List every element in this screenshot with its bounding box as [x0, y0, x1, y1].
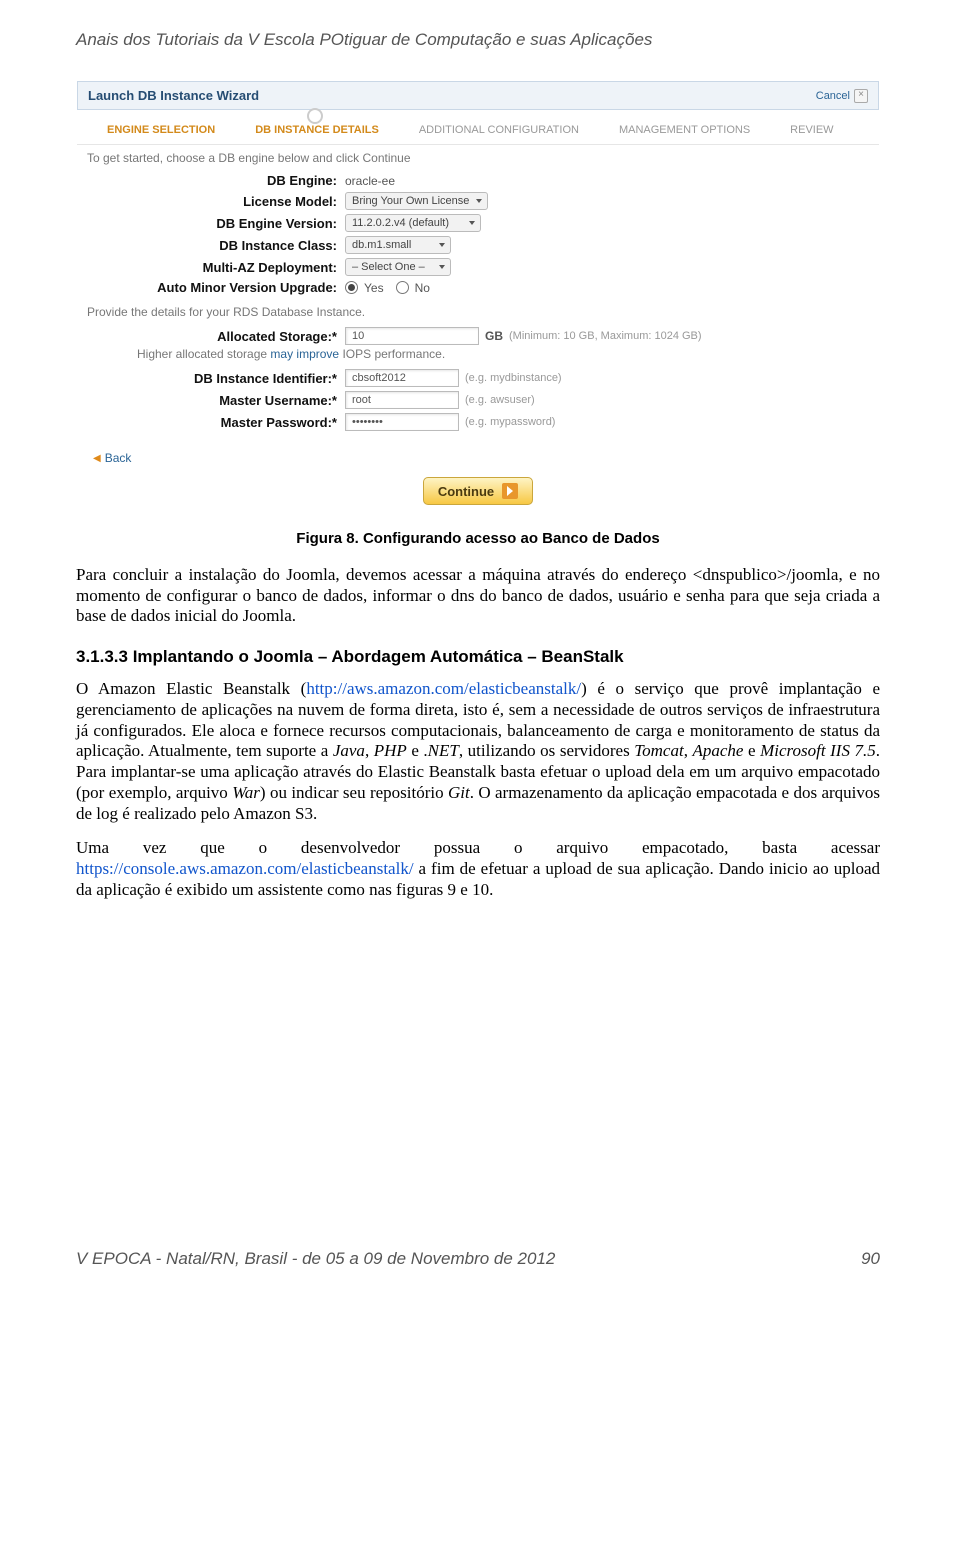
step-db-instance-details: DB INSTANCE DETAILS [255, 124, 379, 136]
select-license-model[interactable]: Bring Your Own License [345, 192, 488, 210]
label-master-password: Master Password:* [87, 415, 337, 430]
gb-unit: GB [485, 329, 503, 343]
wizard-cancel[interactable]: Cancel × [816, 89, 868, 103]
iops-hint: Higher allocated storage may improve IOP… [77, 347, 879, 367]
select-instance-class[interactable]: db.m1.small [345, 236, 451, 254]
wizard-steps: ENGINE SELECTION DB INSTANCE DETAILS ADD… [77, 110, 879, 144]
step-review: REVIEW [790, 124, 833, 136]
label-engine-version: DB Engine Version: [87, 216, 337, 231]
back-link[interactable]: ◀ Back [77, 445, 147, 471]
label-db-engine: DB Engine: [87, 173, 337, 188]
storage-hint: (Minimum: 10 GB, Maximum: 1024 GB) [509, 330, 702, 342]
label-auto-minor: Auto Minor Version Upgrade: [87, 280, 337, 295]
db-wizard-screenshot: Launch DB Instance Wizard Cancel × ENGIN… [76, 80, 880, 524]
back-label: Back [105, 451, 132, 465]
figure-caption: Figura 8. Configurando acesso ao Banco d… [76, 530, 880, 547]
step-additional-config: ADDITIONAL CONFIGURATION [419, 124, 579, 136]
step-indicator-icon [307, 108, 323, 124]
page-footer: V EPOCA - Natal/RN, Brasil - de 05 a 09 … [0, 1235, 960, 1287]
label-master-username: Master Username:* [87, 393, 337, 408]
arrow-right-icon [502, 483, 518, 499]
value-db-engine: oracle-ee [345, 174, 395, 188]
select-multiaz[interactable]: – Select One – [345, 258, 451, 276]
link-console-beanstalk[interactable]: https://console.aws.amazon.com/elasticbe… [76, 859, 414, 878]
label-db-identifier: DB Instance Identifier:* [87, 371, 337, 386]
wizard-title: Launch DB Instance Wizard [88, 88, 259, 103]
input-master-username[interactable]: root [345, 391, 459, 409]
wizard-instruction: To get started, choose a DB engine below… [77, 151, 879, 171]
footer-left: V EPOCA - Natal/RN, Brasil - de 05 a 09 … [76, 1249, 555, 1269]
close-icon[interactable]: × [854, 89, 868, 103]
paragraph-3: Uma vez que o desenvolvedor possua o arq… [76, 838, 880, 900]
select-engine-version[interactable]: 11.2.0.2.v4 (default) [345, 214, 481, 232]
radio-no-label: No [415, 281, 430, 295]
input-storage[interactable]: 10 [345, 327, 479, 345]
radio-yes-label: Yes [364, 281, 384, 295]
input-db-identifier[interactable]: cbsoft2012 [345, 369, 459, 387]
mpass-hint: (e.g. mypassword) [465, 416, 555, 428]
continue-button[interactable]: Continue [423, 477, 533, 505]
footer-page-number: 90 [861, 1249, 880, 1269]
label-instance-class: DB Instance Class: [87, 238, 337, 253]
details-hint: Provide the details for your RDS Databas… [77, 305, 879, 325]
link-beanstalk[interactable]: http://aws.amazon.com/elasticbeanstalk/ [306, 679, 581, 698]
paragraph-2: O Amazon Elastic Beanstalk (http://aws.a… [76, 679, 880, 824]
muser-hint: (e.g. awsuser) [465, 394, 535, 406]
page-header: Anais dos Tutoriais da V Escola POtiguar… [76, 30, 880, 50]
heading-3133: 3.1.3.3 Implantando o Joomla – Abordagem… [76, 647, 880, 667]
step-engine-selection: ENGINE SELECTION [107, 124, 215, 136]
label-storage: Allocated Storage:* [87, 329, 337, 344]
input-master-password[interactable]: •••••••• [345, 413, 459, 431]
label-license-model: License Model: [87, 194, 337, 209]
radio-no[interactable] [396, 281, 409, 294]
label-multiaz: Multi-AZ Deployment: [87, 260, 337, 275]
step-management-options: MANAGEMENT OPTIONS [619, 124, 750, 136]
wizard-cancel-label: Cancel [816, 90, 850, 102]
continue-label: Continue [438, 484, 494, 499]
radio-yes[interactable] [345, 281, 358, 294]
chevron-left-icon: ◀ [93, 453, 101, 464]
wizard-titlebar: Launch DB Instance Wizard Cancel × [77, 81, 879, 110]
paragraph-1: Para concluir a instalação do Joomla, de… [76, 565, 880, 627]
dbid-hint: (e.g. mydbinstance) [465, 372, 562, 384]
